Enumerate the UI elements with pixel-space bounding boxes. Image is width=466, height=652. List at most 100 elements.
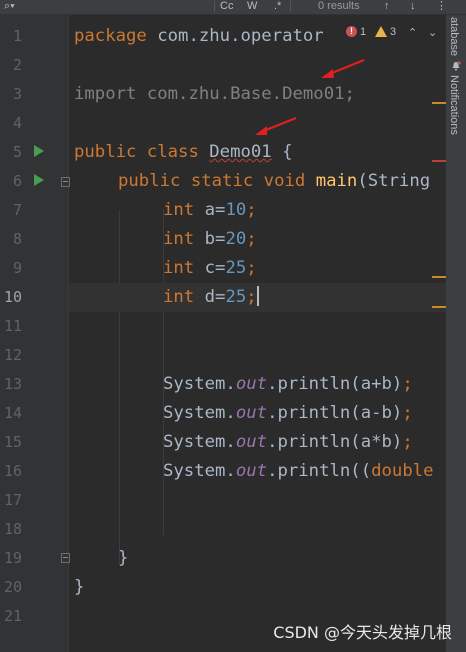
line-number: 19 [3,549,22,567]
keyword-package: package [74,26,147,46]
line-number: 4 [12,114,22,132]
class-modifiers: public class [74,142,210,162]
static-field: out [235,432,268,452]
variable: c= [204,258,226,278]
class-ref: System. [163,461,236,481]
next-occurrence-icon[interactable]: ↓ [410,0,416,12]
line-number: 6 [12,172,22,190]
line-number: 11 [3,317,22,335]
number-literal: 25 [225,258,247,278]
variable: a= [204,200,226,220]
watermark: CSDN @今天头发掉几根 [273,623,452,642]
right-tool-strip: atabase Notifications [446,15,466,652]
filter-icon[interactable]: ⌕▾ [4,0,15,12]
variable: d= [204,287,226,307]
line-number: 17 [3,491,22,509]
divider [214,1,215,12]
code-line-19: } [69,544,466,573]
regex-toggle[interactable]: .* [274,0,281,12]
error-stripe-mark[interactable] [432,160,446,162]
warning-icon [375,26,387,37]
code-line-8: int b=20; [69,225,466,254]
close-brace: } [118,548,129,568]
error-count: 1 [360,26,367,38]
line-number: 14 [3,404,22,422]
method-params: (String [357,171,431,191]
text-caret [256,286,259,306]
line-number: 13 [3,375,22,393]
code-line-5: public class Demo01 { [69,138,466,167]
previous-occurrence-icon[interactable]: ↑ [384,0,390,12]
chevron-down-icon[interactable]: ⌄ [428,26,437,39]
line-number: 16 [3,462,22,480]
class-name: Demo01 [209,142,272,162]
code-line-13: System.out.println(a+b); [69,370,466,399]
method-call: .println(a-b) [267,403,403,423]
database-tab[interactable]: atabase [448,17,460,56]
type-int: int [163,200,205,220]
number-literal: 10 [225,200,247,220]
line-number: 2 [12,56,22,74]
method-call: .println(a*b) [267,432,403,452]
warning-stripe-mark[interactable] [432,306,446,308]
annotation-arrow-icon [255,116,297,135]
unused-import: import com.zhu.Base.Demo01; [74,84,355,104]
line-number: 7 [12,201,22,219]
words-toggle[interactable]: W [247,0,257,12]
warning-stripe-mark[interactable] [432,276,446,278]
filter-results-icon[interactable]: ⋮ [436,0,447,12]
line-number: 12 [3,346,22,364]
code-line-6: public static void main(String [69,167,466,196]
code-line-14: System.out.println(a-b); [69,399,466,428]
match-case-toggle[interactable]: Cc [220,0,233,12]
type-int: int [163,229,205,249]
chevron-up-icon[interactable]: ⌃ [408,26,417,39]
warning-stripe-mark[interactable] [432,102,446,104]
package-name: com.zhu.operator [146,26,324,46]
code-line-1: package com.zhu.operator [69,22,466,51]
number-literal: 25 [225,287,247,307]
semicolon: ; [246,200,257,220]
code-line-10-current: int d=25; [69,283,466,312]
semicolon: ; [402,374,413,394]
method-call: .println(( [267,461,372,481]
type-int: int [163,287,205,307]
semicolon: ; [246,258,257,278]
code-line-9: int c=25; [69,254,466,283]
code-line-3: import com.zhu.Base.Demo01; [69,80,466,109]
editor-gutter: 1 2 3 4 5 6 7 8 9 10 11 12 13 14 15 16 1… [0,15,70,652]
method-name: main [315,171,358,191]
code-line-16: System.out.println((double [69,457,466,486]
line-number: 9 [12,259,22,277]
line-number: 3 [12,85,22,103]
search-results-count: 0 results [318,0,360,12]
static-field: out [235,374,268,394]
warning-count: 3 [390,26,397,38]
type-int: int [163,258,205,278]
code-editor[interactable]: package com.zhu.operator import com.zhu.… [69,15,466,652]
notifications-bell-icon [452,61,461,71]
line-number-current: 10 [3,288,22,306]
static-field: out [235,403,268,423]
run-class-icon[interactable] [34,145,44,157]
line-number: 21 [3,607,22,625]
line-number: 1 [12,27,22,45]
code-line-15: System.out.println(a*b); [69,428,466,457]
annotation-arrow-icon [321,58,365,78]
class-ref: System. [163,403,236,423]
line-number: 18 [3,520,22,538]
notifications-tab[interactable]: Notifications [448,75,460,135]
line-number: 8 [12,230,22,248]
line-number: 15 [3,433,22,451]
code-line-20: } [69,573,466,602]
number-literal: 20 [225,229,247,249]
open-brace: { [271,142,293,162]
semicolon: ; [402,432,413,452]
variable: b= [204,229,226,249]
find-toolbar: ⌕▾ Cc W .* 0 results ↑ ↓ ⋮ [0,0,466,15]
close-brace: } [74,577,85,597]
divider [290,1,291,12]
semicolon: ; [402,403,413,423]
keyword-double: double [371,461,434,481]
run-main-icon[interactable] [34,174,44,186]
